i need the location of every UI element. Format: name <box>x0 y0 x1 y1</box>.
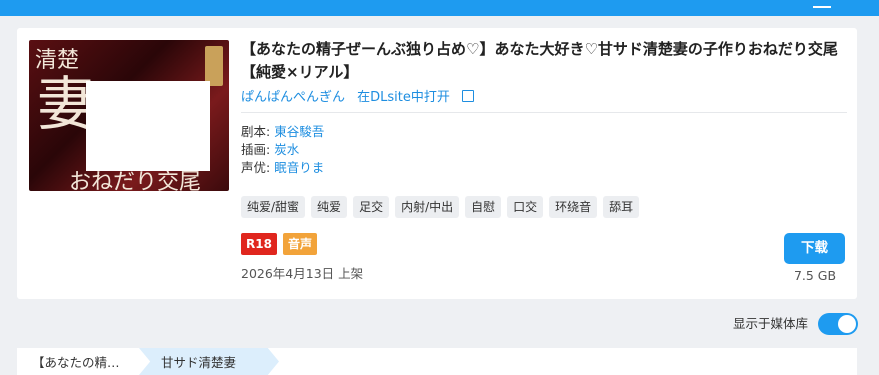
illustration-value-link[interactable]: 炭水 <box>274 142 299 157</box>
breadcrumb-item-active[interactable]: 甘サド清楚妻 <box>139 348 279 375</box>
illustration-row: 插画: 炭水 <box>241 139 299 158</box>
tag[interactable]: 足交 <box>353 196 390 218</box>
open-dlsite-link[interactable]: 在DLsite中打开 <box>357 90 482 105</box>
tag[interactable]: 舔耳 <box>603 196 640 218</box>
breadcrumb-active-label: 甘サド清楚妻 <box>161 355 237 370</box>
external-link-icon <box>462 90 475 102</box>
tag[interactable]: 环绕音 <box>549 196 598 218</box>
cv-label: 声优: <box>241 160 271 175</box>
script-row: 剧本: 東谷駿吾 <box>241 121 324 140</box>
library-toggle[interactable] <box>818 313 858 335</box>
circle-line: ぱんぱんぺんぎん 在DLsite中打开 <box>241 86 490 105</box>
voice-badge: 音声 <box>282 233 317 255</box>
tag[interactable]: 口交 <box>507 196 544 218</box>
script-label: 剧本: <box>241 124 271 139</box>
toggle-knob <box>838 315 856 333</box>
library-toggle-label: 显示于媒体库 <box>733 316 809 331</box>
cv-row: 声优: 眠音りま <box>241 157 324 176</box>
tag[interactable]: 纯爱 <box>311 196 348 218</box>
badge-list: R18 音声 <box>241 233 317 255</box>
release-date: 2026年4月13日 上架 <box>241 266 364 281</box>
tag[interactable]: 内射/中出 <box>395 196 460 218</box>
circle-link[interactable]: ぱんぱんぺんぎん <box>241 90 345 105</box>
work-card: 清楚 妻 おねだり交尾 【あなたの精子ぜーんぶ独り占め♡】あなた大好き♡甘サド清… <box>17 28 857 299</box>
cover-censor-box <box>86 81 210 171</box>
r18-badge: R18 <box>241 233 277 255</box>
file-size: 7.5 GB <box>793 268 837 283</box>
menu-icon[interactable] <box>813 0 831 8</box>
work-title: 【あなたの精子ぜーんぶ独り占め♡】あなた大好き♡甘サド清楚妻の子作りおねだり交尾… <box>241 40 838 81</box>
download-button[interactable]: 下载 <box>784 233 845 264</box>
breadcrumb: 【あなたの精… 甘サド清楚妻 <box>17 348 857 375</box>
breadcrumb-item[interactable]: 【あなたの精… <box>32 352 120 371</box>
tag[interactable]: 自慰 <box>465 196 502 218</box>
tag[interactable]: 纯爱/甜蜜 <box>241 196 306 218</box>
illustration-label: 插画: <box>241 142 271 157</box>
open-dlsite-label: 在DLsite中打开 <box>357 90 450 105</box>
top-bar <box>0 0 879 16</box>
cover-image[interactable]: 清楚 妻 おねだり交尾 <box>29 40 229 191</box>
script-value-link[interactable]: 東谷駿吾 <box>274 124 324 139</box>
tag-list: 纯爱/甜蜜 纯爱 足交 内射/中出 自慰 口交 环绕音 舔耳 <box>241 196 640 218</box>
divider <box>241 112 847 113</box>
cv-value-link[interactable]: 眠音りま <box>274 160 324 175</box>
cover-label-decoration <box>205 46 223 86</box>
